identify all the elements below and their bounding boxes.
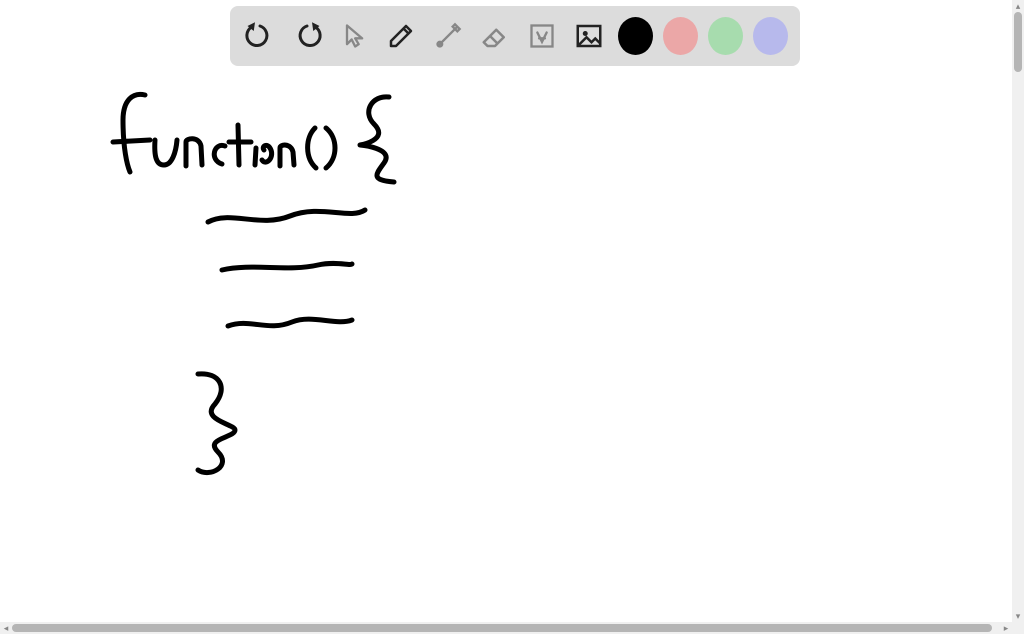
horizontal-scrollbar[interactable]: ◂ ▸ — [0, 622, 1012, 634]
horizontal-scroll-thumb[interactable] — [12, 624, 992, 632]
tools-button[interactable] — [430, 16, 467, 56]
pointer-button[interactable] — [336, 16, 373, 56]
image-button[interactable] — [571, 16, 608, 56]
scroll-left-arrow[interactable]: ◂ — [0, 622, 12, 634]
pen-icon — [386, 21, 416, 51]
eraser-icon — [480, 21, 510, 51]
scroll-right-arrow[interactable]: ▸ — [1000, 622, 1012, 634]
pointer-icon — [340, 22, 368, 50]
vertical-scroll-track[interactable] — [1012, 12, 1024, 610]
scrollbar-corner — [1012, 622, 1024, 634]
toolbar — [230, 6, 800, 66]
undo-icon — [245, 21, 275, 51]
eraser-button[interactable] — [477, 16, 514, 56]
redo-button[interactable] — [289, 16, 326, 56]
scroll-down-arrow[interactable]: ▾ — [1012, 610, 1024, 622]
color-swatch-green[interactable] — [708, 17, 743, 55]
canvas[interactable] — [0, 0, 1012, 622]
color-swatch-black[interactable] — [618, 17, 653, 55]
drawing-app: ▴ ▾ ◂ ▸ — [0, 0, 1024, 634]
text-button[interactable] — [524, 16, 561, 56]
horizontal-scroll-track[interactable] — [12, 622, 1000, 634]
scroll-up-arrow[interactable]: ▴ — [1012, 0, 1024, 12]
tools-icon — [434, 22, 462, 50]
color-swatch-lavender[interactable] — [753, 17, 788, 55]
vertical-scroll-thumb[interactable] — [1014, 12, 1022, 72]
pen-button[interactable] — [383, 16, 420, 56]
color-swatch-pink[interactable] — [663, 17, 698, 55]
vertical-scrollbar[interactable]: ▴ ▾ — [1012, 0, 1024, 622]
image-icon — [574, 21, 604, 51]
text-box-icon — [528, 22, 556, 50]
redo-icon — [292, 21, 322, 51]
undo-button[interactable] — [242, 16, 279, 56]
